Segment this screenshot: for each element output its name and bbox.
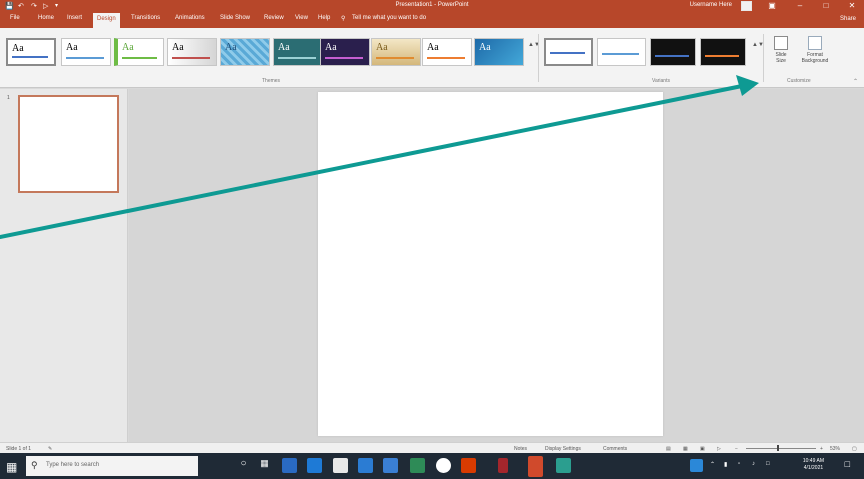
normal-view-icon[interactable]: ▤: [666, 446, 671, 452]
clock-date: 4/1/2021: [803, 465, 824, 471]
slide-sorter-icon[interactable]: ▦: [683, 446, 688, 452]
tray-people-icon[interactable]: [690, 459, 703, 472]
minimize-icon[interactable]: –: [792, 1, 808, 10]
slide-show-icon[interactable]: ▷: [717, 446, 721, 452]
variant-1[interactable]: [544, 38, 593, 66]
tray-volume-icon[interactable]: ♪: [752, 461, 755, 467]
tab-slide-show[interactable]: Slide Show: [220, 15, 250, 21]
reading-view-icon[interactable]: ▣: [700, 446, 705, 452]
zoom-slider-thumb[interactable]: [777, 445, 779, 451]
taskbar-app-2[interactable]: [307, 458, 322, 473]
taskbar-powerpoint-icon[interactable]: [528, 456, 543, 477]
slide-info: Slide 1 of 1: [6, 446, 32, 452]
zoom-out-icon[interactable]: −: [735, 446, 738, 452]
slide-size-button[interactable]: Slide Size: [770, 36, 792, 70]
tab-transitions[interactable]: Transitions: [131, 15, 160, 21]
ribbon-tabs: File Home Insert Design Transitions Anim…: [0, 12, 864, 28]
tab-help[interactable]: Help: [318, 15, 330, 21]
tab-design[interactable]: Design: [93, 13, 120, 28]
variant-2[interactable]: [597, 38, 646, 66]
tab-review[interactable]: Review: [264, 15, 284, 21]
spelling-icon[interactable]: ✎: [48, 446, 52, 452]
theme-4[interactable]: Aa: [167, 38, 217, 66]
taskbar-app-3[interactable]: [333, 458, 348, 473]
slide-thumbnail[interactable]: [18, 95, 119, 193]
clock-time: 10:49 AM: [802, 458, 824, 464]
zoom-level[interactable]: 53%: [830, 446, 840, 452]
format-background-button[interactable]: Format Background: [794, 36, 836, 70]
taskbar-app-5[interactable]: [383, 458, 398, 473]
title-bar: 💾 ↶ ↷ ▷ ▾ Presentation1 - PowerPoint Use…: [0, 0, 864, 12]
notifications-icon[interactable]: □: [845, 459, 850, 469]
tray-chevron-icon[interactable]: ⌃: [710, 461, 715, 468]
theme-5[interactable]: Aa: [220, 38, 270, 66]
search-placeholder: Type here to search: [46, 462, 100, 468]
task-view-icon[interactable]: ▦: [257, 458, 272, 473]
theme-3[interactable]: Aa: [114, 38, 164, 66]
windows-start-icon[interactable]: ▦: [6, 460, 17, 474]
maximize-icon[interactable]: □: [818, 1, 834, 10]
tab-home[interactable]: Home: [38, 15, 54, 21]
format-background-icon: [808, 36, 822, 50]
variant-4[interactable]: [700, 38, 746, 66]
share-button[interactable]: Share: [840, 16, 856, 22]
theme-7[interactable]: Aa: [320, 38, 370, 66]
theme-2[interactable]: Aa: [61, 38, 111, 66]
taskbar-clock[interactable]: 10:49 AM 4/1/2021: [803, 458, 824, 472]
comments-button[interactable]: Comments: [603, 446, 627, 452]
fit-slide-icon[interactable]: ▢: [852, 446, 857, 452]
taskbar-app-1[interactable]: [282, 458, 297, 473]
window-title: Presentation1 - PowerPoint: [395, 2, 469, 8]
status-bar: Slide 1 of 1 ✎ Notes Display Settings Co…: [0, 442, 864, 453]
slide-number: 1: [7, 95, 10, 101]
close-icon[interactable]: ✕: [844, 1, 860, 10]
tell-me-field[interactable]: Tell me what you want to do: [352, 15, 426, 21]
theme-office[interactable]: Aa: [6, 38, 56, 66]
collapse-ribbon-icon[interactable]: ⌃: [853, 78, 858, 85]
search-icon: ⚲: [31, 460, 38, 470]
taskbar-app-4[interactable]: [358, 458, 373, 473]
slide-canvas[interactable]: [318, 92, 663, 436]
tab-animations[interactable]: Animations: [175, 15, 205, 21]
taskbar-app-6[interactable]: [410, 458, 425, 473]
user-name[interactable]: Username Here: [690, 2, 732, 8]
ribbon: Aa Aa Aa Aa Aa Aa Aa Aa Aa Aa Themes ▲▼: [0, 28, 864, 88]
tab-insert[interactable]: Insert: [67, 15, 82, 21]
taskbar: ▦ ⚲ Type here to search ○ ▦ ⌃ ▮ ▫ ♪ □ 10…: [0, 453, 864, 479]
tray-language-icon[interactable]: □: [766, 461, 770, 467]
theme-6[interactable]: Aa: [273, 38, 323, 66]
lightbulb-icon: ⚲: [341, 16, 346, 22]
theme-8[interactable]: Aa: [371, 38, 421, 66]
taskbar-office-icon[interactable]: [461, 458, 476, 473]
notes-button[interactable]: Notes: [514, 446, 527, 452]
theme-10[interactable]: Aa: [474, 38, 524, 66]
taskbar-chrome-icon[interactable]: [436, 458, 451, 473]
zoom-slider[interactable]: [746, 448, 816, 449]
customize-group-label: Customize: [787, 78, 811, 84]
theme-9[interactable]: Aa: [422, 38, 472, 66]
ribbon-display-options-icon[interactable]: ▣: [764, 1, 780, 10]
cortana-icon[interactable]: ○: [236, 458, 251, 473]
tray-network-icon[interactable]: ▫: [738, 461, 740, 467]
themes-group-label: Themes: [262, 78, 281, 84]
slide-thumbnails-panel: 1: [0, 89, 128, 442]
tray-battery-icon[interactable]: ▮: [724, 461, 727, 468]
tab-file[interactable]: File: [10, 15, 20, 21]
taskbar-search-box[interactable]: ⚲ Type here to search: [26, 456, 198, 476]
variants-group-label: Variants: [652, 78, 670, 84]
taskbar-app-8[interactable]: [556, 458, 571, 473]
avatar[interactable]: [741, 1, 752, 11]
taskbar-app-7[interactable]: [498, 458, 508, 473]
slide-size-icon: [774, 36, 788, 50]
display-settings-button[interactable]: Display Settings: [545, 446, 581, 452]
tab-view[interactable]: View: [295, 15, 308, 21]
variant-3[interactable]: [650, 38, 696, 66]
zoom-in-icon[interactable]: +: [820, 446, 823, 452]
